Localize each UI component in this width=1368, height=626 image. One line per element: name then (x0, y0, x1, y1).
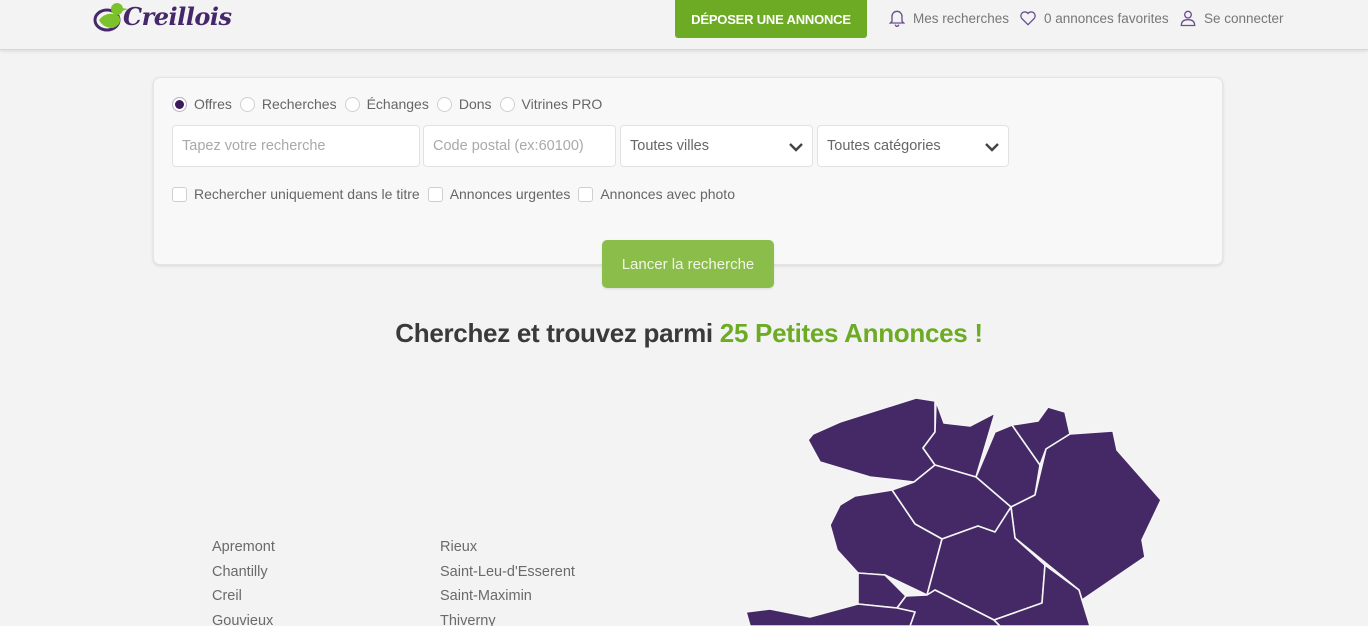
radio-vitrines-pro[interactable]: Vitrines PRO (499, 96, 603, 112)
radio-button[interactable] (239, 96, 255, 112)
checkbox[interactable] (578, 186, 594, 202)
city-link[interactable]: Thiverny (440, 609, 575, 626)
radio-dons[interactable]: Dons (436, 96, 492, 112)
nav-favorites[interactable]: 0 annonces favorites (1018, 6, 1169, 30)
checkbox-label: Rechercher uniquement dans le titre (194, 186, 420, 202)
top-header: Creillois DÉPOSER UNE ANNONCE Mes recher… (0, 0, 1368, 50)
user-icon (1180, 10, 1196, 27)
post-ad-button[interactable]: DÉPOSER UNE ANNONCE (675, 0, 867, 38)
postal-code-input[interactable] (433, 138, 615, 154)
checkbox[interactable] (172, 186, 187, 202)
radio-button[interactable] (172, 96, 187, 112)
checkbox[interactable] (427, 186, 443, 202)
city-link[interactable]: Creil (212, 584, 275, 609)
search-options: Rechercher uniquement dans le titre Anno… (172, 186, 743, 202)
search-input[interactable] (182, 138, 419, 154)
city-list-column-1: Apremont Chantilly Creil Gouvieux (212, 535, 275, 626)
radio-button[interactable] (344, 96, 360, 112)
radio-label: Échanges (366, 96, 429, 112)
bell-icon (888, 10, 906, 27)
radio-button[interactable] (436, 96, 452, 112)
radio-echanges[interactable]: Échanges (344, 96, 429, 112)
radio-offres[interactable]: Offres (172, 96, 232, 112)
search-panel: Offres Recherches Échanges Dons Vitrines… (153, 77, 1223, 265)
radio-label: Recherches (261, 96, 337, 112)
radio-label: Vitrines PRO (521, 96, 603, 112)
radio-label: Dons (458, 96, 492, 112)
nav-my-searches[interactable]: Mes recherches (887, 6, 1009, 30)
headline-count: 25 Petites Annonces ! (719, 318, 983, 348)
site-logo[interactable]: Creillois (93, 0, 232, 40)
checkbox-urgent[interactable]: Annonces urgentes (427, 186, 571, 202)
city-link[interactable]: Saint-Maximin (440, 584, 575, 609)
heart-icon (1020, 11, 1036, 26)
postal-code-field[interactable] (423, 125, 616, 167)
map-region[interactable] (745, 603, 916, 626)
city-link[interactable]: Rieux (440, 535, 575, 560)
category-select[interactable]: Toutes catégories (817, 125, 1009, 167)
map-region[interactable] (807, 397, 936, 483)
checkbox-label: Annonces urgentes (449, 186, 571, 202)
checkbox-title-only[interactable]: Rechercher uniquement dans le titre (172, 186, 420, 202)
page-headline: Cherchez et trouvez parmi 25 Petites Ann… (0, 318, 1368, 349)
radio-label: Offres (194, 96, 232, 112)
logo-text: Creillois (123, 2, 232, 31)
chevron-down-icon (789, 143, 803, 152)
city-link[interactable]: Saint-Leu-d'Esserent (440, 560, 575, 585)
city-link[interactable]: Apremont (212, 535, 275, 560)
category-select-value: Toutes catégories (827, 138, 941, 154)
city-link[interactable]: Chantilly (212, 560, 275, 585)
nav-my-searches-label: Mes recherches (913, 10, 1010, 26)
ad-type-radio-group: Offres Recherches Échanges Dons Vitrines… (172, 96, 610, 112)
checkbox-with-photo[interactable]: Annonces avec photo (578, 186, 735, 202)
nav-favorites-label: 0 annonces favorites (1044, 10, 1169, 26)
checkbox-label: Annonces avec photo (600, 186, 735, 202)
city-select-value: Toutes villes (630, 138, 709, 154)
search-submit-button[interactable]: Lancer la recherche (602, 240, 774, 288)
city-link[interactable]: Gouvieux (212, 609, 275, 626)
nav-login[interactable]: Se connecter (1178, 6, 1284, 30)
nav-login-label: Se connecter (1204, 10, 1284, 26)
chevron-down-icon (985, 143, 999, 152)
headline-text: Cherchez et trouvez parmi (395, 318, 713, 348)
radio-button[interactable] (499, 96, 515, 112)
region-map (745, 397, 1162, 626)
search-query-field[interactable] (172, 125, 420, 167)
city-select[interactable]: Toutes villes (620, 125, 813, 167)
city-list-column-2: Rieux Saint-Leu-d'Esserent Saint-Maximin… (440, 535, 575, 626)
radio-recherches[interactable]: Recherches (239, 96, 337, 112)
